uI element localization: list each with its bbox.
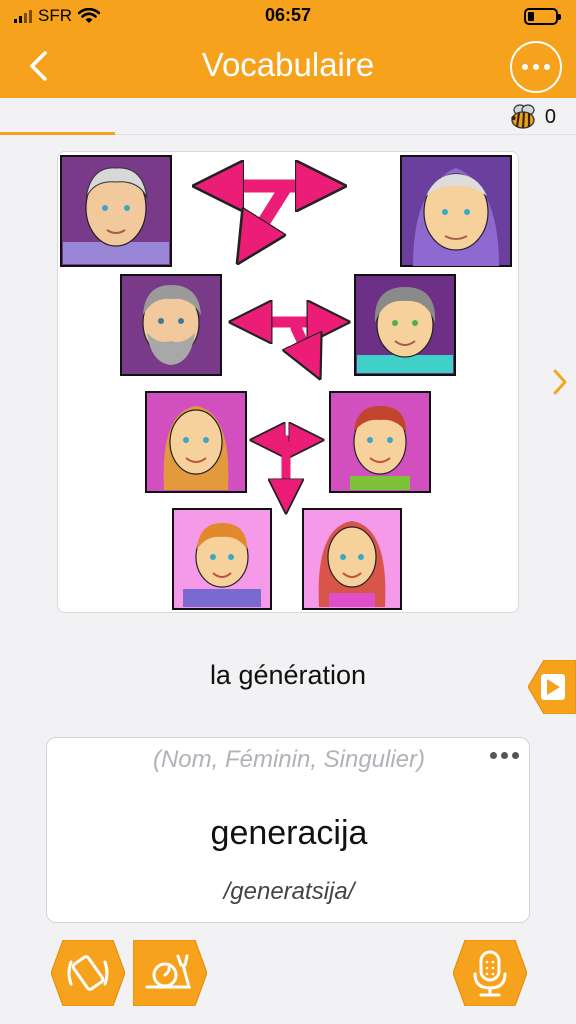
translation-card: (Nom, Féminin, Singulier) generacija /ge…	[46, 737, 530, 923]
play-icon[interactable]	[528, 660, 576, 714]
more-options-icon[interactable]	[490, 752, 519, 759]
vocabulary-word: la génération	[209, 660, 367, 690]
father-portrait	[120, 274, 222, 376]
more-horizontal-icon[interactable]	[510, 41, 562, 93]
grammar-info: (Nom, Féminin, Singulier)	[152, 746, 426, 773]
girl-portrait	[302, 508, 402, 610]
translation-word: generacija	[210, 814, 368, 852]
score-badge: 0	[509, 104, 556, 130]
progress-row: 0	[0, 98, 576, 135]
phonetic-transcription: /generatsija/	[223, 878, 355, 905]
clock: 06:57	[264, 5, 312, 25]
page-title: Vocabulaire	[201, 46, 375, 83]
grandfather-portrait	[60, 155, 172, 267]
bee-icon	[511, 104, 535, 129]
grandmother-portrait	[400, 155, 512, 267]
young-woman-portrait	[145, 391, 247, 493]
vocabulary-image-card	[57, 151, 519, 613]
status-bar: SFR 06:57	[0, 0, 576, 34]
battery-icon	[524, 8, 561, 25]
chevron-right-icon[interactable]	[550, 367, 570, 397]
nav-bar: Vocabulaire	[0, 34, 576, 98]
progress-bar	[0, 132, 116, 135]
vibration-icon[interactable]	[51, 940, 125, 1006]
snail-icon[interactable]	[133, 940, 207, 1006]
young-man-portrait	[329, 391, 431, 493]
boy-portrait	[172, 508, 272, 610]
mother-portrait	[354, 274, 456, 376]
family-generations-illustration	[60, 155, 512, 610]
score-value: 0	[544, 105, 556, 128]
battery-level	[528, 12, 534, 21]
microphone-icon[interactable]	[453, 940, 527, 1006]
